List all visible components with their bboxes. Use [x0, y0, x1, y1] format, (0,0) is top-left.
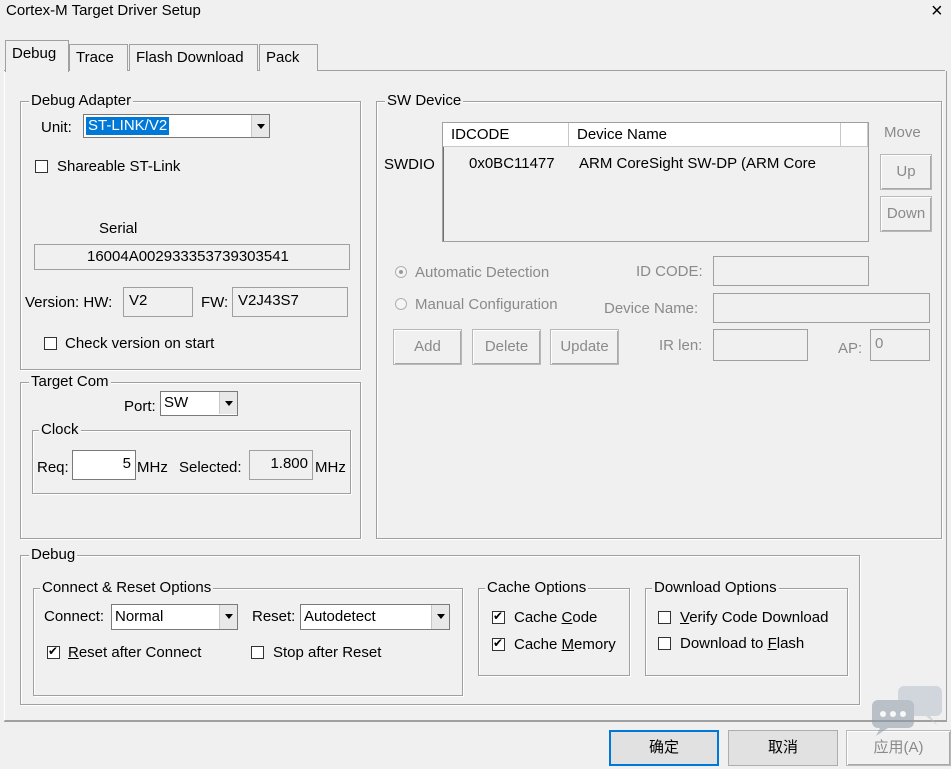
cache-options-group: Cache Options [478, 579, 630, 676]
sw-device-list[interactable]: IDCODE Device Name 0x0BC11477 ARM CoreSi… [442, 122, 869, 242]
ir-len-label: IR len: [659, 337, 703, 354]
close-icon[interactable]: × [931, 0, 943, 23]
fw-label: FW: [201, 294, 229, 311]
shareable-stlink-checkbox[interactable] [35, 160, 48, 173]
move-label: Move [884, 124, 921, 141]
ap-value: 0 [875, 335, 884, 352]
hw-version-field: V2 [123, 287, 193, 317]
reset-after-connect-label: Reset after Connect [68, 644, 202, 661]
column-header-idcode[interactable]: IDCODE [443, 123, 569, 147]
req-label: Req: [37, 459, 69, 476]
stop-after-reset-checkbox[interactable] [251, 646, 264, 659]
add-button[interactable]: Add [393, 329, 462, 365]
id-code-input[interactable] [713, 256, 869, 286]
verify-code-download-checkbox[interactable] [658, 611, 671, 624]
manual-configuration-label: Manual Configuration [415, 296, 558, 313]
cancel-button[interactable]: 取消 [728, 730, 838, 766]
debug-legend: Debug [29, 546, 78, 564]
ok-button[interactable]: 确定 [609, 730, 719, 766]
move-up-button[interactable]: Up [880, 154, 932, 190]
footer-divider [4, 721, 947, 722]
reset-select[interactable]: Autodetect [300, 604, 450, 630]
port-select-value: SW [164, 394, 189, 411]
automatic-detection-radio[interactable] [395, 266, 407, 278]
req-value: 5 [122, 455, 131, 472]
unit-select[interactable]: ST-LINK/V2 [83, 114, 270, 138]
chevron-down-icon[interactable] [431, 605, 449, 629]
connect-select[interactable]: Normal [111, 604, 238, 630]
reset-after-connect-checkbox[interactable] [47, 644, 60, 659]
download-options-group: Download Options [645, 579, 848, 676]
tab-flash-download[interactable]: Flash Download [129, 44, 258, 71]
update-button[interactable]: Update [550, 329, 619, 365]
reset-select-value: Autodetect [304, 608, 376, 625]
ap-input[interactable]: 0 [870, 329, 930, 361]
cache-code-checkbox[interactable] [492, 609, 505, 624]
req-input[interactable]: 5 [72, 450, 136, 480]
target-com-legend: Target Com [29, 373, 111, 391]
tab-trace[interactable]: Trace [69, 44, 128, 71]
cache-memory-checkbox[interactable] [492, 636, 505, 651]
unit-select-value: ST-LINK/V2 [86, 117, 170, 135]
clock-legend: Clock [39, 421, 81, 439]
chevron-down-icon[interactable] [251, 115, 269, 137]
verify-code-download-label: Verify Code Download [680, 609, 829, 626]
ap-label: AP: [838, 340, 863, 357]
fw-version-field: V2J43S7 [232, 287, 348, 317]
stop-after-reset-label: Stop after Reset [273, 644, 382, 661]
download-to-flash-label: Download to Flash [680, 635, 805, 652]
download-options-legend: Download Options [652, 579, 779, 597]
chevron-down-icon[interactable] [219, 392, 237, 414]
fw-version-value: V2J43S7 [238, 292, 299, 309]
port-select[interactable]: SW [160, 391, 238, 416]
tab-pack[interactable]: Pack [259, 44, 318, 71]
connect-label: Connect: [44, 608, 105, 625]
chevron-down-icon[interactable] [219, 605, 237, 629]
connect-reset-legend: Connect & Reset Options [40, 579, 214, 597]
device-row-idcode[interactable]: 0x0BC11477 [469, 155, 555, 173]
download-to-flash-checkbox[interactable] [658, 637, 671, 650]
id-code-label: ID CODE: [636, 263, 703, 280]
cache-code-label: Cache Code [514, 609, 598, 626]
check-version-checkbox[interactable] [44, 337, 57, 350]
device-name-label: Device Name: [604, 300, 699, 317]
connect-select-value: Normal [115, 608, 164, 625]
manual-configuration-radio[interactable] [395, 298, 407, 310]
req-unit: MHz [137, 459, 168, 476]
reset-label: Reset: [252, 608, 296, 625]
serial-value: 16004A002933353739303541 [87, 248, 289, 265]
swdio-label: SWDIO [384, 156, 435, 173]
shareable-stlink-label: Shareable ST-Link [57, 158, 181, 175]
device-row-name[interactable]: ARM CoreSight SW-DP (ARM Core [579, 155, 816, 173]
serial-field: 16004A002933353739303541 [34, 244, 350, 270]
selected-value: 1.800 [270, 455, 308, 472]
selected-field: 1.800 [249, 450, 313, 480]
port-label: Port: [124, 398, 156, 415]
selected-label: Selected: [179, 459, 242, 476]
debug-adapter-legend: Debug Adapter [29, 92, 134, 110]
forum-chat-bubble-icon [872, 686, 942, 736]
cache-options-legend: Cache Options [485, 579, 589, 597]
column-header-device-name[interactable]: Device Name [569, 123, 841, 147]
sw-device-legend: SW Device [385, 92, 464, 110]
hw-version-value: V2 [129, 292, 148, 309]
automatic-detection-label: Automatic Detection [415, 264, 550, 281]
version-hw-label: Version: HW: [25, 294, 113, 311]
device-name-input[interactable] [713, 293, 930, 323]
cache-memory-label: Cache Memory [514, 636, 616, 653]
selected-unit: MHz [315, 459, 346, 476]
ir-len-input[interactable] [713, 329, 808, 361]
move-down-button[interactable]: Down [880, 196, 932, 232]
tab-debug[interactable]: Debug [5, 40, 69, 72]
column-header-empty [841, 123, 868, 147]
delete-button[interactable]: Delete [472, 329, 541, 365]
check-version-label: Check version on start [65, 335, 215, 352]
unit-label: Unit: [41, 119, 72, 136]
window-title: Cortex-M Target Driver Setup [6, 2, 201, 19]
serial-label: Serial [99, 220, 138, 237]
debug-adapter-group: Debug Adapter [20, 92, 361, 370]
